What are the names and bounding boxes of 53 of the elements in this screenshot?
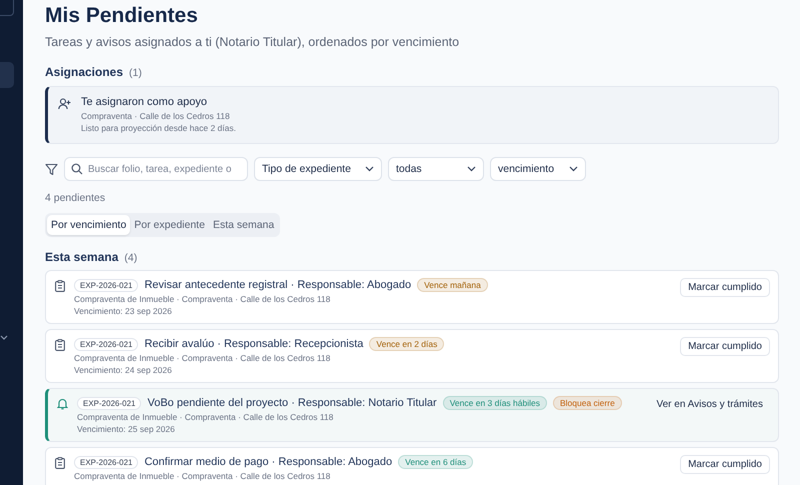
view-tab[interactable]: Esta semana: [208, 215, 278, 235]
complete-button[interactable]: Marcar cumplido: [680, 278, 770, 297]
view-tab[interactable]: Por expediente: [130, 215, 209, 235]
section-heading: Asignaciones: [45, 65, 124, 79]
task-title[interactable]: Recibir avalúo · Responsable: Recepcionista: [144, 338, 364, 350]
chevron-down-icon: [365, 166, 374, 172]
due-date: Vencimiento: 25 sep 2026: [77, 424, 176, 435]
search-field[interactable]: Buscar folio, tarea, expediente o: [64, 157, 248, 181]
dropdown[interactable]: Tipo de expediente: [254, 157, 382, 181]
section-count: (1): [129, 67, 142, 79]
assignment-title: Te asignaron como apoyo: [81, 96, 208, 108]
task-title[interactable]: Confirmar medio de pago · Responsable: Abogado: [144, 456, 392, 468]
status-badge: Bloquea cierre: [552, 396, 622, 410]
folio-tag: EXP-2026-021: [74, 338, 138, 350]
assignment-note: Listo para proyección desde hace 2 días.: [81, 122, 237, 134]
bell-icon: [57, 398, 68, 410]
dropdown[interactable]: todas: [388, 157, 484, 181]
chevron-down-icon[interactable]: [0, 335, 8, 341]
task-meta: Compraventa de Inmueble · Compraventa · Calle de los Cedros 118: [74, 471, 332, 482]
chevron-down-icon: [569, 166, 578, 172]
view-tab[interactable]: Por vencimiento: [47, 215, 130, 235]
assignment-meta: Compraventa · Calle de los Cedros 118: [81, 111, 231, 122]
status-badge: Vence en 3 días hábiles: [442, 396, 547, 410]
filter-icon[interactable]: [45, 162, 58, 176]
section-count: (4): [124, 252, 138, 264]
assignment-card[interactable]: Te asignaron como apoyo Compraventa · Calle de los Cedros 118 Listo para proyección desde hace 2 días.: [45, 86, 779, 144]
clipboard-icon: [55, 339, 65, 351]
notice-link[interactable]: Ver en Avisos y trámites: [649, 396, 770, 413]
chevron-down-icon: [467, 166, 476, 172]
status-badge: Vence en 6 días: [398, 455, 474, 469]
status-badge: Vence en 2 días: [369, 337, 444, 351]
task-meta: Compraventa de Inmueble · Compraventa · Calle de los Cedros 118: [77, 412, 334, 424]
clipboard-icon: [55, 457, 65, 469]
section-heading: Esta semana: [45, 250, 118, 264]
user-plus-icon: [58, 98, 71, 110]
task-title[interactable]: Revisar antecedente registral · Responsable: Abogado: [144, 279, 412, 291]
dropdown[interactable]: vencimiento: [490, 157, 586, 181]
complete-button[interactable]: Marcar cumplido: [680, 455, 770, 474]
clipboard-icon: [55, 280, 65, 292]
status-badge: Vence mañana: [417, 278, 488, 292]
complete-button[interactable]: Marcar cumplido: [680, 337, 770, 356]
result-count: 4 pendientes: [45, 192, 106, 204]
page-title: Mis Pendientes: [45, 3, 199, 29]
page-subtitle: Tareas y avisos asignados a ti (Notario Titular), ordenados por vencimiento: [45, 35, 460, 49]
folio-tag: EXP-2026-021: [77, 396, 142, 410]
task-meta: Compraventa de Inmueble · Compraventa · Calle de los Cedros 118: [74, 294, 332, 306]
task-title[interactable]: VoBo pendiente del proyecto · Responsable: Notario Titular: [147, 397, 437, 409]
due-date: Vencimiento: 23 sep 2026: [74, 306, 173, 317]
search-icon: [71, 163, 83, 175]
folio-tag: EXP-2026-021: [74, 278, 138, 292]
folio-tag: EXP-2026-021: [74, 456, 138, 468]
due-date: Vencimiento: 24 sep 2026: [74, 364, 173, 376]
task-meta: Compraventa de Inmueble · Compraventa · Calle de los Cedros 118: [74, 353, 332, 364]
